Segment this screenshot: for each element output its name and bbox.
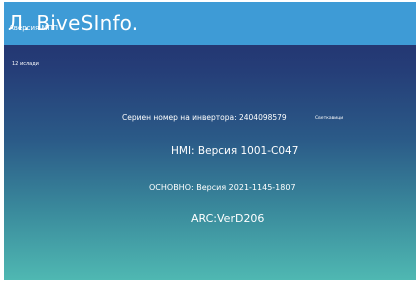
main-version: ОСНОВНО: Версия 2021-1145-1807 [149,183,296,192]
arc-version: ARC:VerD206 [191,212,265,225]
time-label: 12 ислади [12,61,39,67]
flash-button[interactable]: Светкавици [315,116,343,122]
hmi-version: HMI: Версия 1001-C047 [171,145,299,157]
inverter-serial-number: Сериен номер на инвертора: 2404098579 [122,113,287,122]
inverter-info-screen: Аверсия МПП Л. BiveSInfo. 12 ислади Сери… [4,2,416,280]
header-bar: Аверсия МПП Л. BiveSInfo. [4,2,416,45]
page-title: Л. BiveSInfo. [8,11,139,35]
